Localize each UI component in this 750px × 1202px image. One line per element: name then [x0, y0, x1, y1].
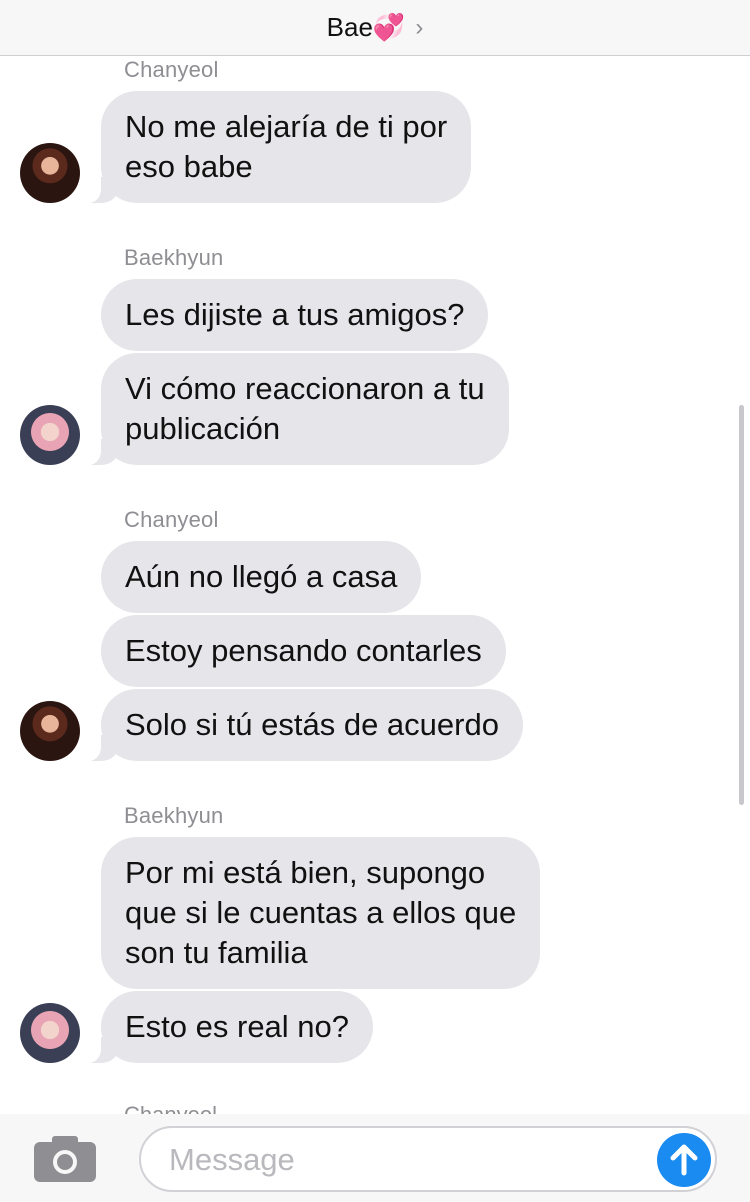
message-thread[interactable]: Chanyeol No me alejaría de ti por eso ba… [0, 56, 750, 1114]
messages-screen: Bae💞 › Chanyeol No me alejaría de ti por… [0, 0, 750, 1202]
message-input[interactable]: Message [139, 1126, 717, 1192]
contact-name[interactable]: Bae💞 › [327, 12, 424, 43]
conversation-header[interactable]: Bae💞 › [0, 0, 750, 56]
sender-name: Chanyeol [124, 507, 219, 532]
chevron-right-icon: › [415, 13, 424, 41]
arrow-up-icon [670, 1144, 698, 1176]
message-bubble[interactable]: Esto es real no? [78, 991, 374, 1063]
sender-name: Chanyeol [124, 57, 219, 82]
chanyeol-avatar[interactable] [20, 701, 80, 761]
scrollbar[interactable] [739, 405, 744, 805]
message-bubble[interactable]: Estoy pensando contarles [101, 615, 506, 687]
message-bubble[interactable]: Por mi está bien, supongo que si le cuen… [101, 837, 541, 989]
chanyeol-avatar[interactable] [20, 143, 80, 203]
message-placeholder: Message [169, 1142, 295, 1177]
message-bubble[interactable]: Aún no llegó a casa [101, 541, 422, 613]
message-bubble[interactable]: Les dijiste a tus amigos? [101, 279, 489, 351]
baekhyun-avatar[interactable] [20, 1003, 80, 1063]
message-input-bar: Message [0, 1114, 750, 1202]
message-bubble[interactable]: No me alejaría de ti por eso babe [78, 91, 472, 203]
sender-name: Baekhyun [124, 803, 224, 828]
camera-icon[interactable] [34, 1136, 96, 1182]
sender-name-partial: Chanyeol [124, 1102, 217, 1114]
sender-name: Baekhyun [124, 245, 224, 270]
contact-name-label: Bae💞 [326, 12, 406, 42]
message-bubble[interactable]: Vi cómo reaccionaron a tu publicación [79, 353, 509, 465]
message-bubble[interactable]: Solo si tú estás de acuerdo [79, 689, 523, 761]
send-button[interactable] [657, 1133, 711, 1187]
baekhyun-avatar[interactable] [20, 405, 80, 465]
